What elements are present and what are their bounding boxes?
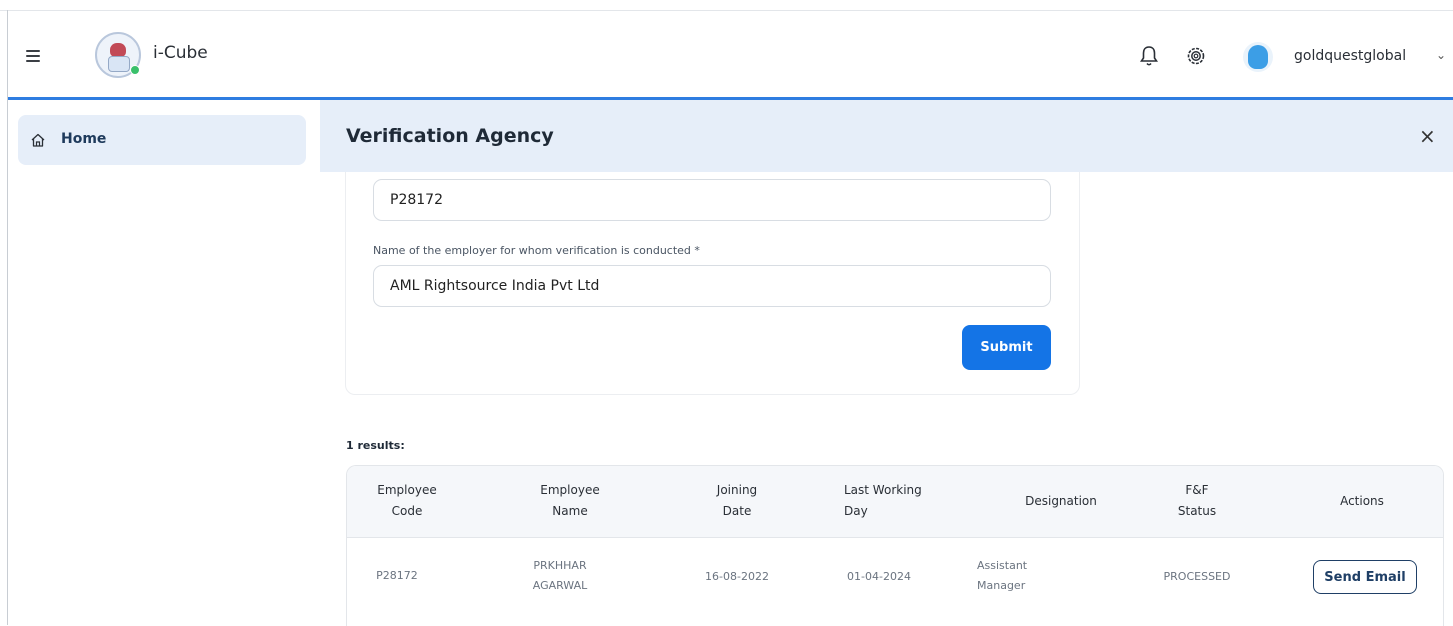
cell-ff-status: PROCESSED <box>1163 570 1231 583</box>
app-logo <box>95 32 141 78</box>
column-header-last-working-day: Last Working Day <box>844 483 922 518</box>
top-header <box>8 11 1453 97</box>
column-header-designation: Designation <box>1025 494 1097 508</box>
sidebar <box>8 100 319 625</box>
username[interactable]: goldquestglobal <box>1294 48 1406 64</box>
page-header: Verification Agency × <box>320 100 1453 172</box>
gear-icon[interactable] <box>1186 46 1206 66</box>
results-count: 1 results: <box>346 439 405 452</box>
submit-button[interactable]: Submit <box>962 325 1051 370</box>
column-header-ff-status: F&F Status <box>1177 483 1217 518</box>
employee-code-input[interactable]: P28172 <box>373 179 1051 221</box>
page-title: Verification Agency <box>346 125 554 147</box>
column-header-joining-date: Joining Date <box>716 483 758 518</box>
results-table: Employee Code Employee Name Joining Date La… <box>346 465 1444 626</box>
menu-icon[interactable] <box>26 50 40 62</box>
cell-designation: Assistant Manager <box>977 559 1028 592</box>
app-name: i-Cube <box>153 43 208 63</box>
cell-employee-name: PRKHHAR AGARWAL <box>532 559 588 592</box>
column-header-actions: Actions <box>1340 494 1384 508</box>
column-header-employee-code: Employee Code <box>377 483 437 518</box>
home-icon <box>31 133 45 147</box>
employer-name-input[interactable]: AML Rightsource India Pvt Ltd <box>373 265 1051 307</box>
cell-last-working-day: 01-04-2024 <box>847 570 911 583</box>
send-email-button[interactable]: Send Email <box>1313 560 1417 594</box>
sidebar-item-label: Home <box>61 131 107 147</box>
user-avatar[interactable] <box>1243 42 1273 72</box>
cell-employee-code: P28172 <box>376 569 418 582</box>
close-icon[interactable]: × <box>1419 124 1436 148</box>
employer-name-label: Name of the employer for whom verificati… <box>373 244 700 257</box>
column-header-employee-name: Employee Name <box>540 483 600 518</box>
chevron-down-icon[interactable]: ⌄ <box>1436 48 1446 62</box>
cell-joining-date: 16-08-2022 <box>705 570 769 583</box>
sidebar-item-home[interactable]: Home <box>18 115 306 165</box>
bell-icon[interactable] <box>1139 45 1159 67</box>
table-header: Employee Code Employee Name Joining Date La… <box>347 466 1443 538</box>
